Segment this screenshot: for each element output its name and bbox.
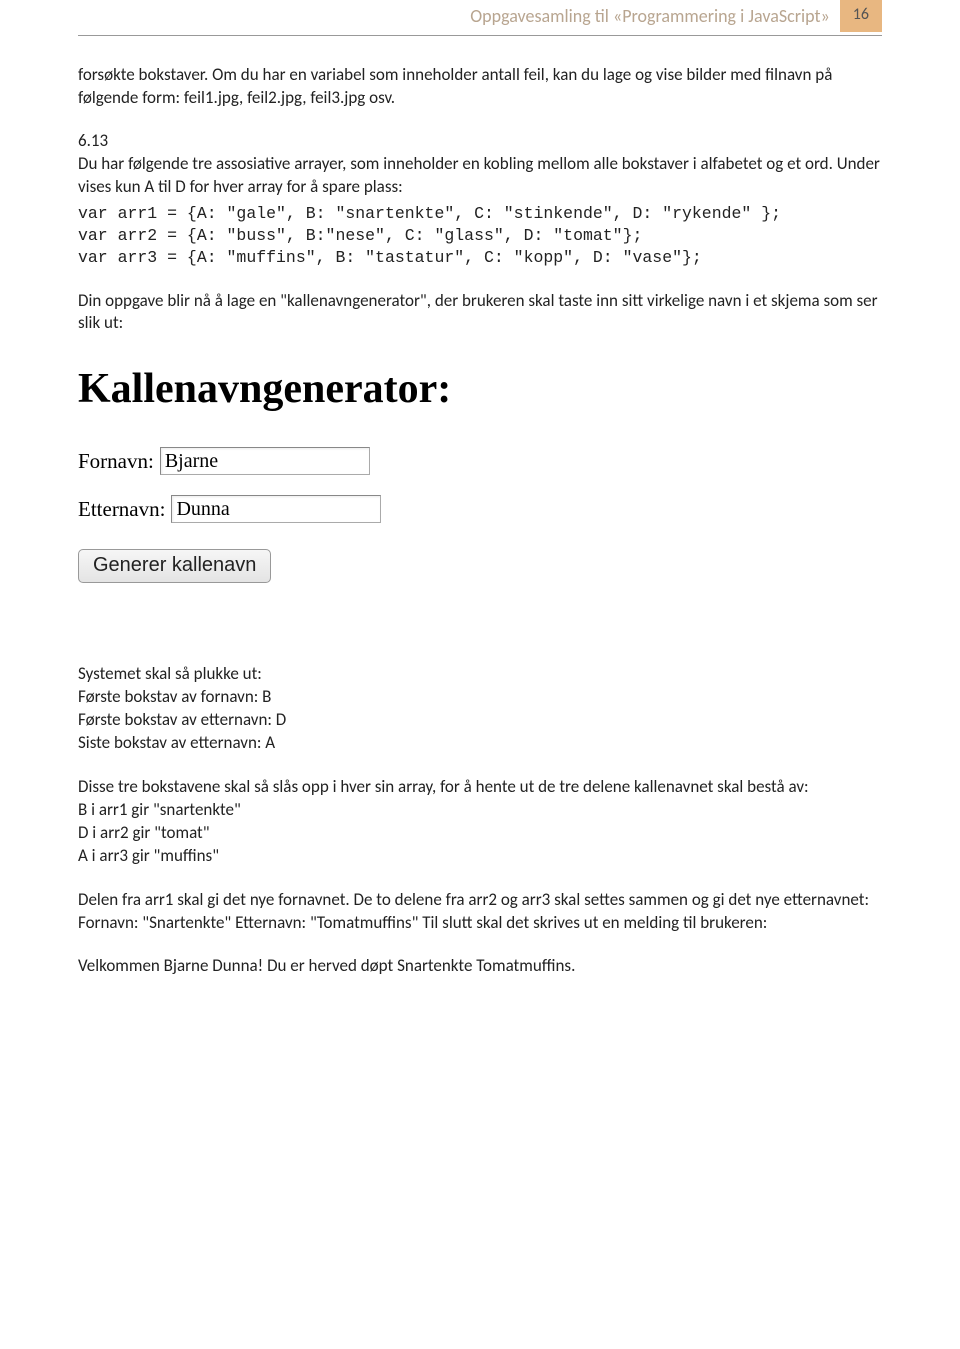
paragraph-result-explain: Delen fra arr1 skal gi det nye fornavnet… [78, 889, 882, 935]
form-row-fornavn: Fornavn: [78, 447, 882, 475]
lookup-line: A i arr3 gir "muffins" [78, 845, 882, 868]
header-divider [78, 35, 882, 36]
section-number: 6.13 [78, 130, 882, 151]
pickout-line: Første bokstav av fornavn: B [78, 686, 882, 709]
form-example: Kallenavngenerator: Fornavn: Etternavn: … [78, 365, 882, 583]
fornavn-label: Fornavn: [78, 449, 154, 474]
header-title: Oppgavesamling til «Programmering i Java… [470, 0, 840, 32]
page-number: 16 [840, 0, 882, 32]
fornavn-input[interactable] [160, 447, 370, 475]
lookup-section: Disse tre bokstavene skal så slås opp i … [78, 776, 882, 868]
paragraph-arrays-intro: Du har følgende tre assosiative arrayer,… [78, 153, 882, 199]
code-line: var arr1 = {A: "gale", B: "snartenkte", … [78, 204, 781, 223]
lookup-line: D i arr2 gir "tomat" [78, 822, 882, 845]
paragraph-intro-continued: forsøkte bokstaver. Om du har en variabe… [78, 64, 882, 110]
lookup-line: B i arr1 gir "snartenkte" [78, 799, 882, 822]
pickout-line: Siste bokstav av etternavn: A [78, 732, 882, 755]
paragraph-task: Din oppgave blir nå å lage en "kallenavn… [78, 290, 882, 336]
generate-button[interactable]: Generer kallenavn [78, 549, 271, 583]
etternavn-input[interactable] [171, 495, 381, 523]
paragraph-welcome: Velkommen Bjarne Dunna! Du er herved døp… [78, 955, 882, 978]
form-row-etternavn: Etternavn: [78, 495, 882, 523]
code-block: var arr1 = {A: "gale", B: "snartenkte", … [78, 203, 882, 270]
pickout-line: Første bokstav av etternavn: D [78, 709, 882, 732]
code-line: var arr2 = {A: "buss", B:"nese", C: "gla… [78, 226, 642, 245]
lookup-intro: Disse tre bokstavene skal så slås opp i … [78, 776, 882, 799]
pickout-intro: Systemet skal så plukke ut: [78, 663, 882, 686]
code-line: var arr3 = {A: "muffins", B: "tastatur",… [78, 248, 702, 267]
page-header: Oppgavesamling til «Programmering i Java… [78, 0, 882, 32]
pickout-section: Systemet skal så plukke ut: Første bokst… [78, 663, 882, 755]
etternavn-label: Etternavn: [78, 497, 165, 522]
form-heading: Kallenavngenerator: [78, 365, 882, 413]
